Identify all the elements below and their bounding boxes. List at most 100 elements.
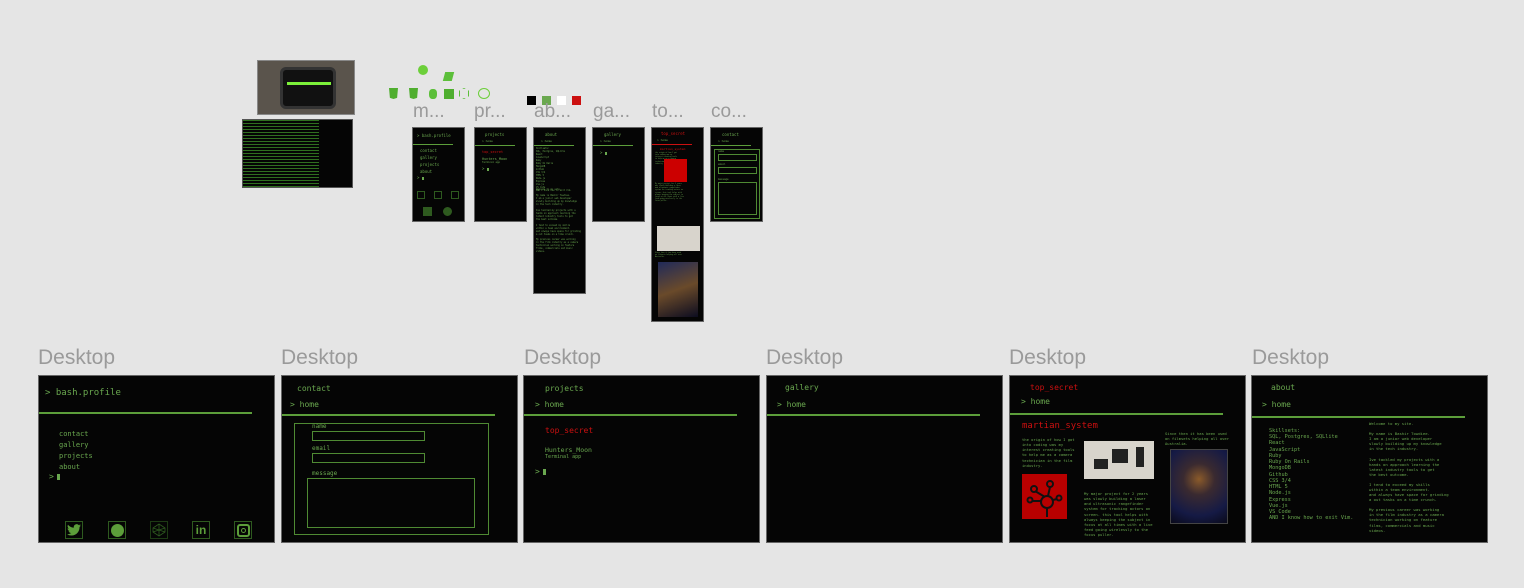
- rangefinder-photo[interactable]: [1084, 441, 1154, 479]
- message-input[interactable]: [718, 182, 757, 215]
- prompt: >: [482, 166, 490, 171]
- instagram-icon[interactable]: [234, 521, 252, 539]
- linkedin-icon[interactable]: [434, 191, 442, 199]
- html5-icon[interactable]: [409, 88, 418, 99]
- home-link[interactable]: > home: [777, 400, 806, 409]
- name-input[interactable]: [312, 431, 425, 441]
- mobile-frame-projects[interactable]: projects > home top_secret Hunters_Moon …: [474, 127, 527, 222]
- home-link[interactable]: > home: [290, 400, 319, 409]
- frame-label-gallery[interactable]: ga...: [593, 101, 630, 123]
- frame-label-desktop-contact[interactable]: Desktop: [281, 346, 358, 370]
- desktop-frame-gallery[interactable]: gallery > home: [766, 375, 1003, 543]
- mobile-frame-contact[interactable]: contact > home name email message: [710, 127, 763, 222]
- desktop-frame-contact[interactable]: contact > home name email message: [281, 375, 518, 543]
- codepen-icon[interactable]: [150, 521, 168, 539]
- email-input[interactable]: [312, 453, 425, 463]
- paragraph: Since then it has been used on filmsets …: [1165, 431, 1230, 447]
- frame-label-desktop-projects[interactable]: Desktop: [524, 346, 601, 370]
- rangefinder-photo[interactable]: [657, 226, 700, 251]
- frame-label-desktop-home[interactable]: Desktop: [38, 346, 115, 370]
- css3-icon[interactable]: [389, 88, 398, 99]
- desktop-frame-home[interactable]: > bash.profile contact gallery projects …: [38, 375, 275, 543]
- desktop-frame-top-secret[interactable]: top_secret > home martian_system the ori…: [1009, 375, 1246, 543]
- home-link[interactable]: > home: [541, 139, 552, 143]
- sass-icon[interactable]: [429, 89, 437, 99]
- menu-item-projects[interactable]: projects: [420, 162, 439, 167]
- frame-title: projects: [545, 384, 584, 393]
- project-link[interactable]: Hunters_Moon: [545, 446, 592, 454]
- camera-rig-photo[interactable]: [1170, 449, 1228, 524]
- name-label: name: [312, 423, 327, 430]
- desktop-frame-about[interactable]: about > home Skillsets: SQL, Postgres, S…: [1251, 375, 1488, 543]
- twitter-icon[interactable]: [423, 207, 432, 216]
- paragraph: the origin of how I got into coding was …: [1022, 437, 1075, 468]
- home-link[interactable]: > home: [482, 139, 493, 143]
- menu-item-about[interactable]: about: [420, 169, 432, 174]
- prompt: >: [535, 467, 546, 476]
- mobile-frame-main[interactable]: > bash.profile contact gallery projects …: [412, 127, 465, 222]
- terminal-screenshot-image[interactable]: [242, 119, 353, 188]
- home-link[interactable]: > home: [535, 400, 564, 409]
- mobile-frame-about[interactable]: about > home Skillsets: SQL, Postgres, S…: [533, 127, 586, 294]
- frame-label-projects[interactable]: pr...: [474, 101, 506, 123]
- home-link[interactable]: > home: [657, 138, 668, 142]
- menu-item-contact[interactable]: contact: [59, 430, 89, 438]
- instagram-icon[interactable]: [451, 191, 459, 199]
- linkedin-icon[interactable]: in: [192, 521, 210, 539]
- github-icon[interactable]: [108, 521, 126, 539]
- menu-item-projects[interactable]: projects: [59, 452, 93, 460]
- color-swatch-red[interactable]: [572, 96, 581, 105]
- menu-item-about[interactable]: about: [59, 463, 80, 471]
- project-desc: Terminal app: [545, 454, 582, 460]
- twitter-icon[interactable]: [65, 521, 83, 539]
- home-link[interactable]: > home: [718, 139, 729, 143]
- martian-system-logo-image[interactable]: [1022, 474, 1067, 519]
- mobile-frame-top-secret[interactable]: top_secret > home martian_system the ori…: [651, 127, 704, 322]
- email-input[interactable]: [718, 167, 757, 174]
- frame-title: > bash.profile: [45, 388, 121, 398]
- menu-item-gallery[interactable]: gallery: [59, 441, 89, 449]
- section-title: martian_system: [660, 147, 686, 151]
- menu-item-contact[interactable]: contact: [420, 148, 437, 153]
- frame-title: top_secret: [1030, 383, 1079, 392]
- desktop-frame-projects[interactable]: projects > home top_secret Hunters_Moon …: [523, 375, 760, 543]
- frame-title: gallery: [604, 132, 621, 137]
- frame-label-desktop-about[interactable]: Desktop: [1252, 346, 1329, 370]
- home-link[interactable]: > home: [1262, 400, 1291, 409]
- home-link[interactable]: > home: [1021, 397, 1050, 406]
- frame-label-desktop-top-secret[interactable]: Desktop: [1009, 346, 1086, 370]
- home-link[interactable]: > home: [600, 139, 611, 143]
- prompt: >: [417, 175, 425, 180]
- project-desc: Terminal app: [482, 161, 501, 164]
- codepen-icon[interactable]: [417, 191, 425, 199]
- paragraph: Since then it has been used on filmsets …: [655, 253, 682, 259]
- section-title: top_secret: [482, 150, 504, 154]
- name-input[interactable]: [718, 154, 757, 161]
- section-title: top_secret: [545, 426, 594, 435]
- email-label: email: [718, 163, 726, 166]
- frame-title: about: [545, 132, 558, 137]
- github-icon[interactable]: [443, 207, 452, 216]
- crt-screen: [280, 67, 336, 109]
- frame-label-desktop-gallery[interactable]: Desktop: [766, 346, 843, 370]
- frame-label-about[interactable]: ab...: [534, 101, 571, 123]
- camera-rig-photo[interactable]: [658, 262, 698, 317]
- bio-text: Welcome to my site. My name is Bashir To…: [1369, 421, 1449, 533]
- codepen-logo-icon[interactable]: [418, 65, 428, 75]
- react-icon[interactable]: [478, 88, 490, 99]
- prompt: >: [600, 150, 608, 155]
- message-input[interactable]: [307, 478, 475, 528]
- nodejs-icon[interactable]: [459, 88, 469, 99]
- frame-label-main[interactable]: m...: [413, 101, 445, 123]
- crt-monitor-image[interactable]: [257, 60, 355, 115]
- frame-label-contact[interactable]: co...: [711, 101, 747, 123]
- martian-system-logo-image[interactable]: [664, 159, 687, 182]
- bio-text: Welcome to my site. My name is Bashir To…: [536, 188, 581, 254]
- javascript-icon[interactable]: [444, 89, 454, 99]
- menu-item-gallery[interactable]: gallery: [420, 155, 437, 160]
- frame-label-top-secret[interactable]: to...: [652, 101, 684, 123]
- paragraph: My major project for 2 years was slowly …: [655, 184, 684, 203]
- gulp-icon[interactable]: [442, 72, 455, 81]
- frame-title: about: [1271, 383, 1296, 392]
- mobile-frame-gallery[interactable]: gallery > home >: [592, 127, 645, 222]
